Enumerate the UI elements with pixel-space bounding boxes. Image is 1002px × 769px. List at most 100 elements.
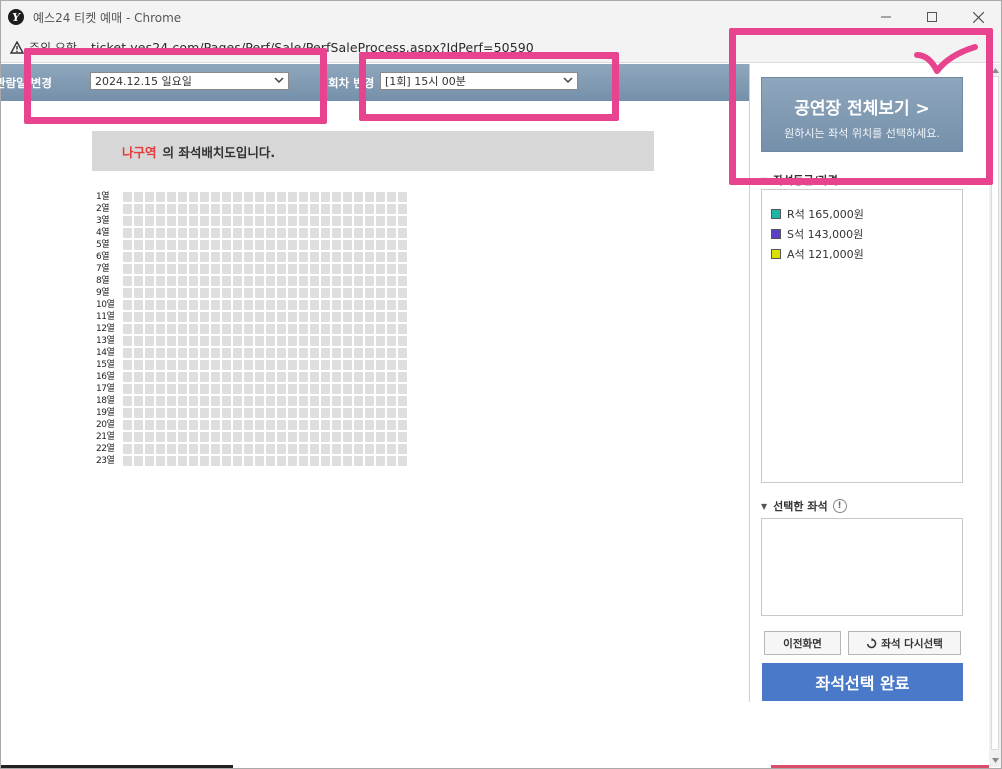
seat[interactable] xyxy=(387,336,396,346)
seat[interactable] xyxy=(343,240,352,250)
seat[interactable] xyxy=(222,456,231,466)
seat[interactable] xyxy=(211,348,220,358)
seat[interactable] xyxy=(332,228,341,238)
seat[interactable] xyxy=(211,288,220,298)
seat[interactable] xyxy=(310,288,319,298)
seat[interactable] xyxy=(255,264,264,274)
seat[interactable] xyxy=(211,324,220,334)
seat[interactable] xyxy=(233,288,242,298)
seat[interactable] xyxy=(233,264,242,274)
seat[interactable] xyxy=(321,456,330,466)
seat[interactable] xyxy=(299,420,308,430)
seat[interactable] xyxy=(222,444,231,454)
seat[interactable] xyxy=(255,444,264,454)
seat[interactable] xyxy=(332,264,341,274)
seat[interactable] xyxy=(189,444,198,454)
seat[interactable] xyxy=(244,432,253,442)
seat[interactable] xyxy=(123,432,132,442)
seat[interactable] xyxy=(222,432,231,442)
seat[interactable] xyxy=(343,312,352,322)
seat[interactable] xyxy=(156,288,165,298)
seat[interactable] xyxy=(387,228,396,238)
seat[interactable] xyxy=(145,204,154,214)
seat[interactable] xyxy=(123,276,132,286)
seat[interactable] xyxy=(376,300,385,310)
seat[interactable] xyxy=(288,288,297,298)
seat[interactable] xyxy=(156,456,165,466)
seat[interactable] xyxy=(222,204,231,214)
seat[interactable] xyxy=(398,324,407,334)
seat[interactable] xyxy=(145,228,154,238)
seat[interactable] xyxy=(321,192,330,202)
seat[interactable] xyxy=(200,192,209,202)
seat[interactable] xyxy=(145,456,154,466)
seat[interactable] xyxy=(189,192,198,202)
close-button[interactable] xyxy=(955,1,1001,33)
seat[interactable] xyxy=(376,360,385,370)
seat[interactable] xyxy=(211,264,220,274)
seat[interactable] xyxy=(178,372,187,382)
seat[interactable] xyxy=(123,228,132,238)
seat[interactable] xyxy=(376,408,385,418)
seat[interactable] xyxy=(189,372,198,382)
seat[interactable] xyxy=(255,228,264,238)
seat[interactable] xyxy=(123,372,132,382)
seat[interactable] xyxy=(354,216,363,226)
seat[interactable] xyxy=(288,204,297,214)
seat[interactable] xyxy=(145,336,154,346)
seat[interactable] xyxy=(244,324,253,334)
seat[interactable] xyxy=(178,192,187,202)
seat[interactable] xyxy=(288,216,297,226)
seat[interactable] xyxy=(310,324,319,334)
seat[interactable] xyxy=(343,276,352,286)
seat[interactable] xyxy=(189,348,198,358)
seat[interactable] xyxy=(299,276,308,286)
seat[interactable] xyxy=(189,336,198,346)
seat[interactable] xyxy=(376,276,385,286)
seat[interactable] xyxy=(321,204,330,214)
seat[interactable] xyxy=(200,264,209,274)
seat[interactable] xyxy=(211,312,220,322)
seat[interactable] xyxy=(332,420,341,430)
seat[interactable] xyxy=(244,276,253,286)
grade-item[interactable]: S석 143,000원 xyxy=(762,224,962,244)
seat[interactable] xyxy=(288,408,297,418)
seat[interactable] xyxy=(123,288,132,298)
seat[interactable] xyxy=(189,300,198,310)
seat[interactable] xyxy=(299,384,308,394)
seat[interactable] xyxy=(266,456,275,466)
seat[interactable] xyxy=(354,300,363,310)
seat[interactable] xyxy=(200,288,209,298)
seat[interactable] xyxy=(255,360,264,370)
seat[interactable] xyxy=(156,372,165,382)
seat[interactable] xyxy=(288,300,297,310)
seat[interactable] xyxy=(332,408,341,418)
seat[interactable] xyxy=(167,456,176,466)
seat[interactable] xyxy=(145,192,154,202)
seat[interactable] xyxy=(200,372,209,382)
seat[interactable] xyxy=(200,300,209,310)
seat[interactable] xyxy=(332,324,341,334)
seat[interactable] xyxy=(387,240,396,250)
seat[interactable] xyxy=(343,444,352,454)
seat[interactable] xyxy=(266,252,275,262)
seat[interactable] xyxy=(277,192,286,202)
seat[interactable] xyxy=(211,252,220,262)
seat[interactable] xyxy=(255,192,264,202)
seat[interactable] xyxy=(167,192,176,202)
seat[interactable] xyxy=(387,360,396,370)
seat[interactable] xyxy=(134,264,143,274)
seat[interactable] xyxy=(299,348,308,358)
seat[interactable] xyxy=(387,432,396,442)
seat[interactable] xyxy=(321,288,330,298)
seat[interactable] xyxy=(200,276,209,286)
seat[interactable] xyxy=(200,216,209,226)
seat[interactable] xyxy=(211,216,220,226)
seat[interactable] xyxy=(244,384,253,394)
seat[interactable] xyxy=(343,348,352,358)
seat[interactable] xyxy=(398,312,407,322)
seat[interactable] xyxy=(134,276,143,286)
seat[interactable] xyxy=(354,228,363,238)
seat[interactable] xyxy=(277,288,286,298)
seat[interactable] xyxy=(156,252,165,262)
